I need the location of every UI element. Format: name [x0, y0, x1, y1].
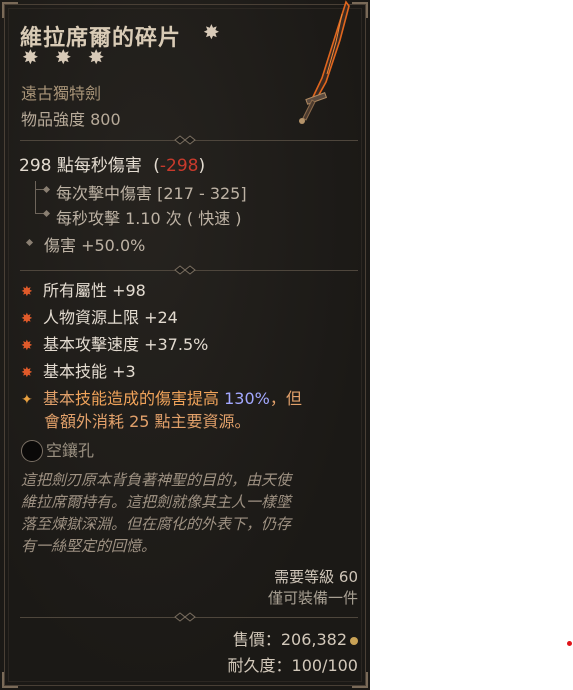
affix-line: ✸ 基本技能 +3 — [21, 358, 136, 382]
bullet-icon: ✸ — [21, 284, 33, 300]
unique-power-line: ✦ 基本技能造成的傷害提高 130%，但 — [21, 385, 302, 409]
unique-star-icon: ✦ — [21, 392, 33, 408]
affix-text: 人物資源上限 +24 — [43, 308, 178, 327]
flower-star-icon: ✸ — [87, 45, 105, 69]
marker-dot — [567, 641, 572, 646]
unique-power-value: 130% — [224, 389, 270, 408]
damage-per-hit: 每次擊中傷害 [217 - 325] — [56, 184, 247, 203]
dps-paren: ( — [153, 156, 160, 176]
socket-label: 空鑲孔 — [46, 441, 95, 460]
damage-bonus: 傷害 +50.0% — [44, 236, 146, 255]
unique-power-text: 技能造成的傷害提高 — [75, 389, 225, 408]
divider-ornament-icon — [174, 612, 196, 622]
flavor-line: 有一絲堅定的回憶。 — [21, 537, 157, 555]
bullet-icon: ✸ — [21, 365, 33, 381]
unique-power-line2: 會額外消耗 25 點主要資源。 — [44, 412, 251, 431]
affix-line: ✸ 所有屬性 +98 — [21, 277, 146, 301]
affix-text: 所有屬性 +98 — [43, 281, 146, 300]
socket-icon — [21, 440, 43, 462]
dps-paren: ) — [198, 156, 206, 176]
affix-line: ✸ 基本攻擊速度 +37.5% — [21, 331, 208, 355]
dps-line: 298 點每秒傷害 (-298) — [19, 151, 205, 176]
unique-power-text: ，但 — [269, 389, 302, 408]
divider-ornament-icon — [174, 135, 196, 145]
affix-line: ✸ 人物資源上限 +24 — [21, 304, 178, 328]
item-power: 物品強度 800 — [21, 110, 121, 129]
flavor-line: 落至煉獄深淵。但在腐化的外表下，仍存 — [21, 515, 292, 533]
flower-star-icon: ✸ — [22, 45, 39, 69]
required-level: 需要等級 60 — [274, 568, 358, 586]
corner-ornament — [2, 2, 18, 18]
gold-coin-icon — [350, 636, 358, 645]
durability: 耐久度：100/100 — [227, 656, 358, 675]
rarity-stars: ✸ ✸ ✸ — [22, 47, 115, 68]
corner-ornament — [2, 672, 18, 688]
dps-delta: -298 — [159, 156, 199, 176]
bullet-icon: ✸ — [21, 338, 33, 354]
affix-text: 基本攻擊速度 +37.5% — [43, 335, 209, 354]
flower-star-icon: ✸ — [203, 20, 220, 44]
divider-ornament-icon — [174, 265, 196, 275]
sell-price-text: 售價：206,382 — [232, 630, 347, 649]
dps-value: 298 點每秒傷害 — [19, 156, 142, 176]
flavor-line: 這把劍刃原本背負著神聖的目的，由天使 — [21, 471, 292, 489]
flavor-line: 維拉席爾持有。這把劍就像其主人一樣墜 — [21, 493, 292, 511]
flavor-text: 這把劍刃原本背負著神聖的目的，由天使 維拉席爾持有。這把劍就像其主人一樣墜 落至… — [21, 469, 356, 557]
item-type: 遠古獨特劍 — [21, 84, 102, 103]
tree-line — [35, 181, 36, 213]
flower-star-icon: ✸ — [54, 45, 72, 69]
item-tooltip: 維拉席爾的碎片 ✸ ✸ ✸ ✸ 遠古獨特劍 物品強度 800 298 點每秒傷害… — [0, 0, 370, 690]
bullet-icon: ✸ — [21, 311, 33, 327]
attacks-per-second: 每秒攻擊 1.10 次 ( 快速 ) — [56, 209, 242, 228]
sword-icon — [299, 0, 350, 124]
sell-price: 售價：206,382 — [233, 626, 358, 650]
equip-limit: 僅可裝備一件 — [267, 589, 358, 607]
unique-power-text: 基本 — [43, 389, 76, 408]
affix-text: 基本技能 +3 — [43, 362, 136, 381]
